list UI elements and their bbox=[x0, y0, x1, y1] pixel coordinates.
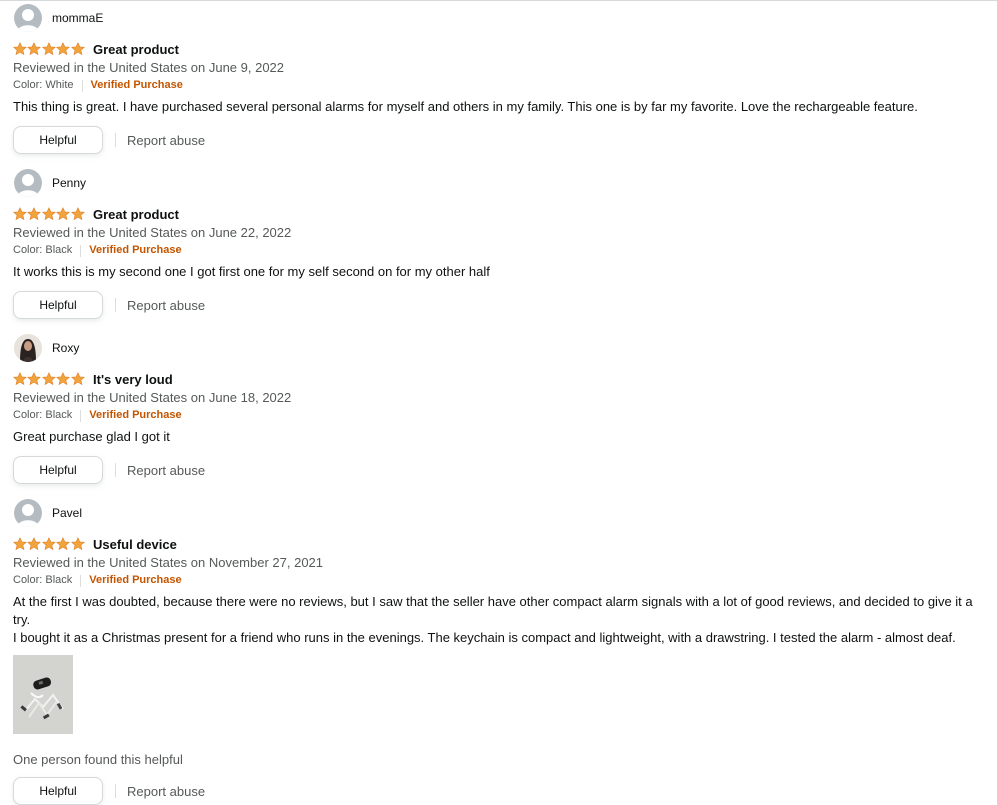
default-avatar-icon bbox=[14, 4, 42, 32]
review-title-link[interactable]: Great product bbox=[93, 42, 179, 57]
review-date: Reviewed in the United States on June 9,… bbox=[13, 60, 285, 75]
verified-purchase-badge: Verified Purchase bbox=[89, 574, 182, 586]
review-body: Great purchase glad I got it bbox=[13, 429, 170, 444]
star-icon bbox=[27, 207, 42, 221]
helpful-button[interactable]: Helpful bbox=[13, 291, 103, 319]
review-date: Reviewed in the United States on Novembe… bbox=[13, 555, 324, 570]
helpful-button[interactable]: Helpful bbox=[13, 777, 103, 805]
review-date: Reviewed in the United States on June 22… bbox=[13, 225, 292, 240]
star-rating[interactable] bbox=[13, 207, 85, 221]
variant-color-link[interactable]: Color: White bbox=[13, 77, 74, 94]
photo-avatar bbox=[14, 334, 42, 362]
review-body-line: At the first I was doubted, because ther… bbox=[13, 594, 973, 627]
meta-divider bbox=[81, 79, 83, 92]
variant-color-link[interactable]: Color: Black bbox=[13, 242, 72, 259]
reviewer-profile[interactable]: Penny bbox=[14, 169, 993, 197]
variant-color-link[interactable]: Color: Black bbox=[13, 407, 72, 424]
star-icon bbox=[56, 42, 71, 56]
reviewer-profile[interactable]: Pavel bbox=[14, 499, 993, 527]
reviewer-profile[interactable]: mommaE bbox=[14, 4, 993, 32]
meta-divider bbox=[80, 409, 82, 422]
reviewer-name: mommaE bbox=[52, 11, 104, 25]
helpful-button[interactable]: Helpful bbox=[13, 456, 103, 484]
review-body: It works this is my second one I got fir… bbox=[13, 264, 490, 279]
report-abuse-link[interactable]: Report abuse bbox=[127, 298, 205, 313]
star-icon bbox=[41, 372, 56, 386]
star-icon bbox=[56, 207, 71, 221]
star-icon bbox=[27, 372, 42, 386]
verified-purchase-badge: Verified Purchase bbox=[89, 409, 182, 421]
reviewer-profile[interactable]: Roxy bbox=[14, 334, 993, 362]
star-icon bbox=[27, 537, 42, 551]
action-divider bbox=[115, 133, 116, 147]
star-icon bbox=[56, 372, 71, 386]
reviewer-name: Pavel bbox=[52, 506, 83, 520]
action-divider bbox=[115, 298, 116, 312]
star-icon bbox=[13, 42, 27, 56]
review-card: Penny Great product Reviewed in the Unit… bbox=[13, 169, 993, 319]
star-icon bbox=[41, 42, 56, 56]
review-title-link[interactable]: Great product bbox=[93, 207, 179, 222]
star-icon bbox=[41, 207, 56, 221]
reviewer-name: Roxy bbox=[52, 341, 80, 355]
review-card: mommaE Great product Reviewed in the Uni… bbox=[13, 4, 993, 154]
review-card: Roxy It's very loud Reviewed in the Unit… bbox=[13, 334, 993, 484]
star-icon bbox=[13, 537, 27, 551]
review-body: This thing is great. I have purchased se… bbox=[13, 99, 918, 114]
meta-divider bbox=[80, 244, 82, 257]
helpful-count: One person found this helpful bbox=[13, 752, 183, 767]
report-abuse-link[interactable]: Report abuse bbox=[127, 784, 205, 799]
star-icon bbox=[13, 372, 27, 386]
star-icon bbox=[13, 207, 27, 221]
review-card: Pavel Useful device Reviewed in the Unit… bbox=[13, 499, 993, 805]
review-image-thumbnail[interactable] bbox=[13, 655, 73, 734]
review-title-link[interactable]: It's very loud bbox=[93, 372, 173, 387]
review-title-link[interactable]: Useful device bbox=[93, 537, 177, 552]
star-rating[interactable] bbox=[13, 372, 85, 386]
star-icon bbox=[27, 42, 42, 56]
report-abuse-link[interactable]: Report abuse bbox=[127, 463, 205, 478]
review-body-line: I bought it as a Christmas present for a… bbox=[13, 630, 956, 645]
star-icon bbox=[70, 537, 85, 551]
verified-purchase-badge: Verified Purchase bbox=[90, 79, 183, 91]
report-abuse-link[interactable]: Report abuse bbox=[127, 133, 205, 148]
verified-purchase-badge: Verified Purchase bbox=[89, 244, 182, 256]
star-icon bbox=[70, 372, 85, 386]
star-icon bbox=[70, 42, 85, 56]
star-icon bbox=[41, 537, 56, 551]
review-body: At the first I was doubted, because ther… bbox=[13, 593, 993, 647]
star-rating[interactable] bbox=[13, 537, 85, 551]
variant-color-link[interactable]: Color: Black bbox=[13, 572, 72, 589]
action-divider bbox=[115, 463, 116, 477]
meta-divider bbox=[80, 574, 82, 587]
default-avatar-icon bbox=[14, 499, 42, 527]
top-divider bbox=[0, 0, 997, 1]
reviewer-name: Penny bbox=[52, 176, 87, 190]
default-avatar-icon bbox=[14, 169, 42, 197]
helpful-button[interactable]: Helpful bbox=[13, 126, 103, 154]
review-date: Reviewed in the United States on June 18… bbox=[13, 390, 292, 405]
star-icon bbox=[56, 537, 71, 551]
star-icon bbox=[70, 207, 85, 221]
star-rating[interactable] bbox=[13, 42, 85, 56]
action-divider bbox=[115, 784, 116, 798]
